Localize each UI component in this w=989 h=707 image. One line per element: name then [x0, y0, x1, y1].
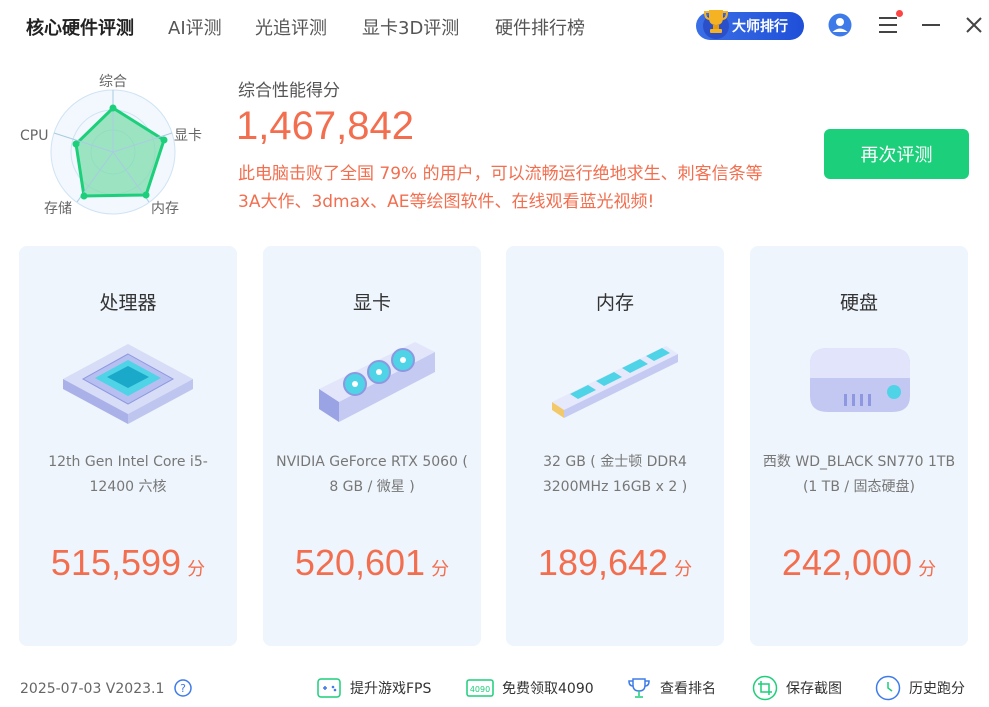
card-description: 12th Gen Intel Core i5-12400 六核 — [48, 454, 208, 495]
free-4090-link[interactable]: 4090 免费领取4090 — [466, 674, 594, 702]
card-score: 515,599 分 — [19, 542, 237, 584]
trophy-icon — [703, 10, 729, 39]
radar-label-cpu: CPU — [20, 128, 48, 144]
card-description: NVIDIA GeForce RTX 5060 ( 8 GB / 微星 ) — [276, 454, 468, 495]
disk-card[interactable]: 硬盘 西数 WD_BLACK SN770 1TB (1 TB / 固态硬盘) 2… — [750, 246, 968, 646]
minimize-icon[interactable] — [922, 24, 940, 26]
top-nav: 核心硬件评测 AI评测 光追评测 显卡3D评测 硬件排行榜 大师排行 — [0, 0, 989, 52]
close-icon[interactable] — [964, 15, 984, 35]
score-description-line1: 此电脑击败了全国 79% 的用户，可以流畅运行绝地求生、刺客信条等 — [238, 164, 763, 184]
history-score-label: 历史跑分 — [909, 681, 965, 697]
overall-score-value: 1,467,842 — [236, 104, 414, 148]
svg-text:4090: 4090 — [470, 685, 490, 694]
menu-icon[interactable] — [878, 10, 903, 34]
save-screenshot-label: 保存截图 — [786, 681, 842, 697]
svg-text:?: ? — [180, 682, 186, 695]
user-avatar-icon[interactable] — [828, 13, 852, 37]
trophy-outline-icon — [628, 678, 650, 698]
help-icon[interactable]: ? — [174, 679, 192, 697]
memory-card[interactable]: 内存 32 GB ( 金士顿 DDR4 3200MHz 16GB x 2 ) 1… — [506, 246, 724, 646]
card-score-value: 189,642 — [537, 542, 669, 583]
graphics-card-icon — [319, 342, 435, 422]
card-score-unit: 分 — [431, 559, 450, 579]
clock-icon — [875, 675, 901, 701]
master-ranking-button[interactable]: 大师排行 — [696, 10, 804, 40]
score-description: 此电脑击败了全国 79% 的用户，可以流畅运行绝地求生、刺客信条等 3A大作、3… — [238, 160, 808, 216]
card-score-unit: 分 — [918, 559, 937, 579]
master-ranking-label: 大师排行 — [732, 19, 788, 35]
save-screenshot-link[interactable]: 保存截图 — [752, 674, 842, 702]
radar-label-storage: 存储 — [44, 201, 72, 217]
boost-fps-label: 提升游戏FPS — [350, 681, 432, 697]
view-ranking-link[interactable]: 查看排名 — [626, 674, 716, 702]
card-title: 硬盘 — [839, 292, 878, 314]
card-description: 西数 WD_BLACK SN770 1TB (1 TB / 固态硬盘) — [762, 454, 956, 495]
tab-ai[interactable]: AI评测 — [168, 14, 222, 40]
footer: 2025-07-03 V2023.1 ? 提升游戏FPS 4090 免费领取40… — [0, 664, 989, 707]
tab-raytracing[interactable]: 光追评测 — [255, 14, 327, 40]
view-ranking-label: 查看排名 — [660, 681, 716, 697]
cpu-chip-icon — [63, 344, 193, 424]
card-score: 520,601 分 — [263, 542, 481, 584]
card-score-value: 520,601 — [294, 542, 426, 583]
card-title: 内存 — [595, 292, 634, 314]
card-title: 显卡 — [352, 292, 391, 314]
version-text: 2025-07-03 V2023.1 — [20, 681, 165, 697]
tab-gpu-3d[interactable]: 显卡3D评测 — [362, 14, 459, 40]
card-score: 189,642 分 — [506, 542, 724, 584]
card-score-value: 515,599 — [50, 542, 182, 583]
notification-dot — [896, 10, 903, 17]
card-score-unit: 分 — [187, 559, 206, 579]
tab-core-hardware[interactable]: 核心硬件评测 — [26, 14, 134, 40]
radar-label-gpu: 显卡 — [174, 128, 202, 144]
card-description: 32 GB ( 金士顿 DDR4 3200MHz 16GB x 2 ) — [542, 454, 688, 495]
free-4090-label: 免费领取4090 — [502, 681, 594, 697]
gamepad-icon — [317, 678, 341, 698]
score-description-line2: 3A大作、3dmax、AE等绘图软件、在线观看蓝光视频! — [238, 192, 655, 212]
performance-radar-chart: 综合 显卡 内存 存储 CPU — [20, 74, 202, 217]
card-title: 处理器 — [99, 292, 157, 314]
radar-label-memory: 内存 — [151, 201, 179, 217]
overall-score-label: 综合性能得分 — [238, 81, 340, 101]
tab-hardware-ranking[interactable]: 硬件排行榜 — [495, 14, 585, 40]
card-score-unit: 分 — [674, 559, 693, 579]
cpu-card[interactable]: 处理器 12th Gen Intel Core i5-12400 六核 515,… — [19, 246, 237, 646]
retest-button[interactable]: 再次评测 — [824, 129, 969, 179]
gpu-card[interactable]: 显卡 NVIDIA GeForce RTX 5060 ( 8 GB / 微星 )… — [263, 246, 481, 646]
history-score-link[interactable]: 历史跑分 — [875, 674, 965, 702]
card-score: 242,000 分 — [750, 542, 968, 584]
memory-stick-icon — [552, 346, 678, 418]
card-score-value: 242,000 — [781, 542, 913, 583]
gpu-4090-icon: 4090 — [466, 679, 494, 697]
boost-fps-link[interactable]: 提升游戏FPS — [316, 674, 431, 702]
radar-label-overall: 综合 — [99, 74, 127, 90]
crop-icon — [752, 675, 778, 701]
hard-disk-icon — [810, 348, 910, 412]
